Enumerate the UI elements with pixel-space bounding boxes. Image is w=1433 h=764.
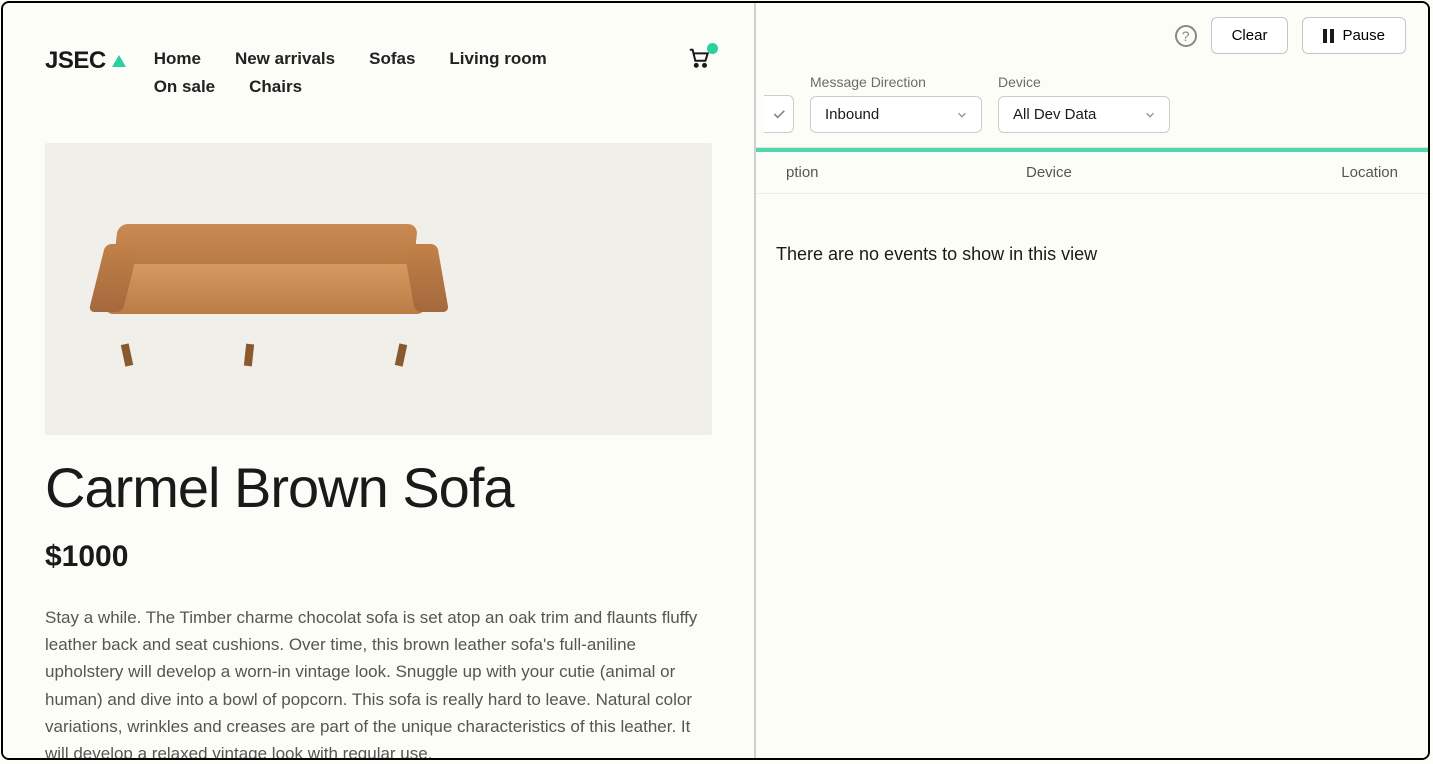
nav-living-room[interactable]: Living room (449, 49, 546, 69)
select-message-direction[interactable]: Inbound (810, 96, 982, 133)
tool-header: ? Clear Pause (756, 3, 1428, 74)
events-table-header: ption Device Location (756, 152, 1428, 194)
product-price: $1000 (45, 540, 712, 574)
site-header: JSEC Home New arrivals Sofas Living room… (3, 3, 754, 107)
col-header-device: Device (1026, 164, 1298, 181)
product-detail: Carmel Brown Sofa $1000 Stay a while. Th… (3, 143, 754, 758)
product-title: Carmel Brown Sofa (45, 455, 712, 520)
filter-row: Message Direction Inbound Device All Dev… (756, 74, 1428, 148)
main-nav: Home New arrivals Sofas Living room On s… (154, 49, 634, 97)
cart-button[interactable] (686, 47, 712, 74)
select-device[interactable]: All Dev Data (998, 96, 1170, 133)
empty-events-message: There are no events to show in this view (756, 194, 1428, 315)
filter-label-device: Device (998, 74, 1170, 90)
nav-chairs[interactable]: Chairs (249, 77, 302, 97)
chevron-down-icon (1143, 108, 1157, 122)
nav-on-sale[interactable]: On sale (154, 77, 215, 97)
help-icon[interactable]: ? (1175, 25, 1197, 47)
clear-button-label: Clear (1232, 27, 1268, 44)
filter-device: Device All Dev Data (998, 74, 1170, 133)
filter-check-stub[interactable] (764, 95, 794, 133)
col-header-location: Location (1298, 164, 1398, 181)
col-header-option: ption (786, 164, 1026, 181)
pause-button-label: Pause (1342, 27, 1385, 44)
logo-triangle-icon (112, 55, 126, 67)
clear-button[interactable]: Clear (1211, 17, 1289, 54)
site-logo[interactable]: JSEC (45, 47, 126, 75)
product-description: Stay a while. The Timber charme chocolat… (45, 604, 705, 758)
cart-badge-icon (707, 43, 718, 54)
pause-icon (1323, 29, 1334, 43)
events-tool-pane: ? Clear Pause Message Direction Inbound (756, 3, 1428, 758)
nav-new-arrivals[interactable]: New arrivals (235, 49, 335, 69)
product-hero-image (45, 143, 712, 435)
check-icon (771, 106, 787, 122)
select-value-device: All Dev Data (1013, 106, 1096, 123)
filter-label-message-direction: Message Direction (810, 74, 982, 90)
logo-text: JSEC (45, 47, 106, 75)
sofa-illustration (105, 224, 435, 354)
ecommerce-site-pane: JSEC Home New arrivals Sofas Living room… (3, 3, 756, 758)
chevron-down-icon (955, 108, 969, 122)
filter-message-direction: Message Direction Inbound (810, 74, 982, 133)
select-value-message-direction: Inbound (825, 106, 879, 123)
nav-sofas[interactable]: Sofas (369, 49, 415, 69)
nav-home[interactable]: Home (154, 49, 201, 69)
pause-button[interactable]: Pause (1302, 17, 1406, 54)
